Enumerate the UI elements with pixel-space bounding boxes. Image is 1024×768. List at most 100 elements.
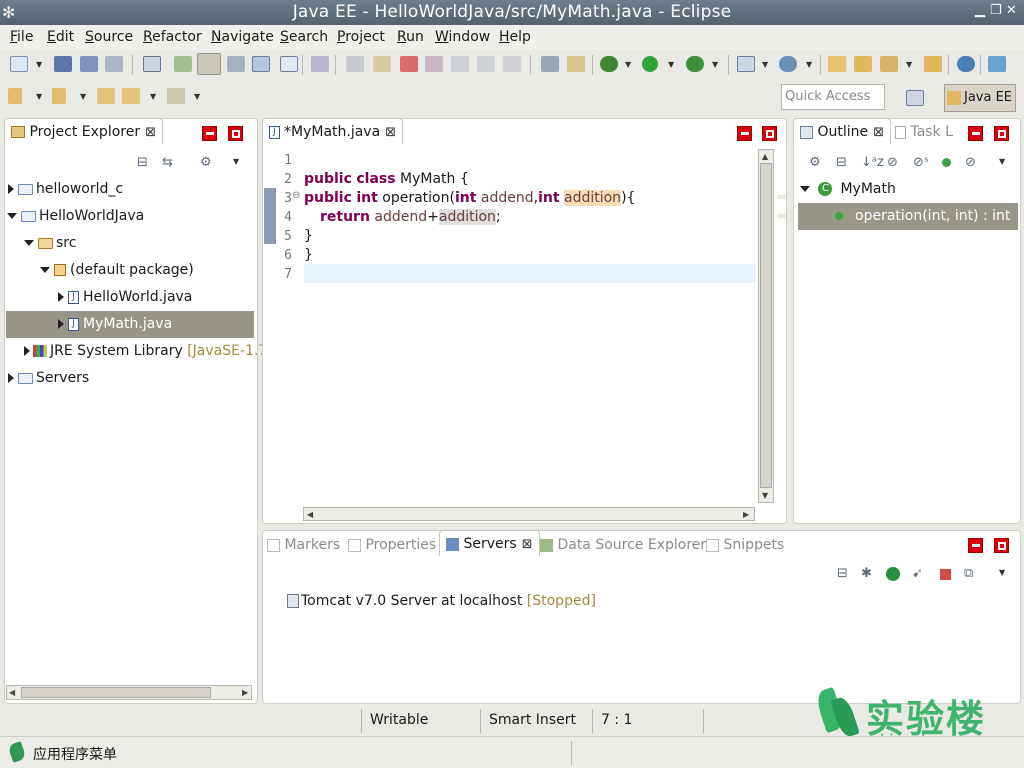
chevron-down-icon[interactable]: ▼: [762, 60, 768, 69]
java-ee-perspective-button[interactable]: Java EE: [944, 84, 1016, 112]
last-edit-location-icon[interactable]: [97, 88, 115, 104]
expand-icon[interactable]: [24, 346, 30, 356]
chevron-down-icon[interactable]: ▼: [806, 60, 812, 69]
scrollbar-thumb[interactable]: [760, 163, 772, 488]
tree-item[interactable]: JRE System Library [JavaSE-1.7]: [24, 343, 273, 359]
collapse-icon[interactable]: [40, 267, 50, 273]
tab-properties[interactable]: Properties: [348, 537, 436, 553]
close-icon[interactable]: ⊠: [522, 537, 533, 552]
sort-icon[interactable]: ↓ᵃz: [861, 155, 884, 170]
resume-icon[interactable]: [346, 56, 364, 72]
debug-icon[interactable]: [600, 56, 618, 72]
tab-task-list[interactable]: Task L: [895, 124, 953, 140]
suspend-icon[interactable]: [373, 56, 391, 72]
tab-snippets[interactable]: Snippets: [706, 537, 784, 553]
hide-fields-icon[interactable]: ⊘: [887, 155, 898, 170]
collapse-icon[interactable]: [800, 186, 810, 192]
collapse-icon[interactable]: [7, 213, 17, 219]
open-perspective-icon[interactable]: [906, 90, 924, 106]
previous-edit-icon[interactable]: [52, 88, 66, 104]
terminate-icon[interactable]: [400, 56, 418, 72]
next-annotation-icon[interactable]: [227, 56, 245, 72]
tree-item[interactable]: Servers: [8, 370, 89, 386]
show-whitespace-icon[interactable]: [280, 56, 298, 72]
minimize-icon[interactable]: [202, 126, 217, 141]
expand-icon[interactable]: [8, 184, 14, 194]
tree-item[interactable]: helloworld_c: [8, 181, 123, 197]
minimize-icon[interactable]: [968, 538, 983, 553]
back-icon[interactable]: [122, 88, 140, 104]
close-icon[interactable]: ⊠: [873, 125, 884, 140]
chevron-down-icon[interactable]: ▼: [36, 60, 42, 69]
next-edit-icon[interactable]: [8, 88, 22, 104]
tab-outline[interactable]: Outline ⊠: [793, 118, 892, 144]
tab-servers[interactable]: Servers ⊠: [439, 530, 540, 556]
chevron-down-icon[interactable]: ▼: [194, 92, 200, 101]
chevron-down-icon[interactable]: ▼: [625, 60, 631, 69]
new-icon[interactable]: [10, 56, 28, 72]
link-with-editor-icon[interactable]: ⇆: [162, 155, 173, 170]
scroll-up-icon[interactable]: ▲: [762, 152, 768, 161]
chevron-down-icon[interactable]: ▼: [712, 60, 718, 69]
tab-markers[interactable]: Markers: [267, 537, 340, 553]
collapse-all-icon[interactable]: ⊟: [137, 155, 148, 170]
save-all-icon[interactable]: [80, 56, 98, 72]
scroll-left-icon[interactable]: ◀: [307, 510, 313, 519]
outline-item-method[interactable]: operation(int, int) : int: [835, 208, 1010, 224]
maximize-icon[interactable]: [228, 126, 243, 141]
save-icon[interactable]: [54, 56, 72, 72]
scrollbar-thumb[interactable]: [21, 687, 211, 698]
chevron-down-icon[interactable]: ▼: [36, 92, 42, 101]
maximize-icon[interactable]: [994, 538, 1009, 553]
menu-project[interactable]: Project: [337, 29, 385, 45]
hide-static-icon[interactable]: ⊘ˢ: [913, 155, 929, 170]
forward-icon[interactable]: [167, 88, 185, 104]
tree-item[interactable]: J HelloWorld.java: [58, 289, 192, 305]
hide-non-public-icon[interactable]: [942, 158, 951, 167]
menu-source[interactable]: Source: [85, 29, 133, 45]
search-icon[interactable]: [988, 56, 1006, 72]
chevron-down-icon[interactable]: ▼: [906, 60, 912, 69]
stop-server-icon[interactable]: [940, 569, 951, 580]
open-folder-icon[interactable]: [854, 56, 872, 72]
chevron-down-icon[interactable]: ▼: [80, 92, 86, 101]
expand-icon[interactable]: [58, 319, 64, 329]
quick-access-input[interactable]: Quick Access: [781, 84, 885, 110]
new-web-service-icon[interactable]: [779, 56, 797, 72]
debug-server-icon[interactable]: ✱: [861, 566, 872, 581]
new-server-icon[interactable]: [737, 56, 755, 72]
app-menu-icon[interactable]: [7, 741, 27, 763]
menu-window[interactable]: Window: [435, 29, 490, 45]
scroll-down-icon[interactable]: ▼: [762, 491, 768, 500]
mark-occurrences-icon[interactable]: [197, 53, 221, 75]
server-item[interactable]: Tomcat v7.0 Server at localhost [Stopped…: [287, 593, 596, 609]
horizontal-scrollbar[interactable]: [303, 507, 755, 521]
open-task-icon[interactable]: [880, 56, 898, 72]
skip-breakpoints-icon[interactable]: [311, 56, 329, 72]
tab-project-explorer[interactable]: Project Explorer ⊠: [4, 118, 163, 144]
overview-ruler-mark[interactable]: [777, 214, 785, 218]
print-icon[interactable]: [105, 56, 123, 72]
console-icon[interactable]: [143, 56, 161, 72]
expand-icon[interactable]: [8, 373, 14, 383]
menu-run[interactable]: Run: [397, 29, 424, 45]
disconnect-icon[interactable]: [425, 56, 443, 72]
collapse-all-icon[interactable]: ⊟: [837, 566, 848, 581]
close-icon[interactable]: ⊠: [145, 125, 156, 140]
start-server-icon[interactable]: [886, 567, 900, 581]
profile-server-icon[interactable]: ➹: [912, 566, 923, 581]
open-type-icon[interactable]: [174, 56, 192, 72]
maximize-icon[interactable]: [994, 126, 1009, 141]
tab-mymath-java[interactable]: J *MyMath.java ⊠: [262, 118, 404, 144]
block-selection-icon[interactable]: [252, 56, 270, 72]
tab-data-source-explorer[interactable]: Data Source Explorer: [540, 537, 706, 553]
collapse-icon[interactable]: [24, 240, 34, 246]
scroll-left-icon[interactable]: ◀: [9, 688, 15, 697]
overview-ruler-mark[interactable]: [777, 195, 785, 199]
step-over-icon[interactable]: [477, 56, 495, 72]
collapse-all-icon[interactable]: ⊟: [836, 155, 847, 170]
run-icon[interactable]: [642, 56, 658, 72]
app-menu-label[interactable]: 应用程序菜单: [33, 744, 117, 764]
drop-to-frame-icon[interactable]: [541, 56, 559, 72]
chevron-down-icon[interactable]: ▼: [150, 92, 156, 101]
